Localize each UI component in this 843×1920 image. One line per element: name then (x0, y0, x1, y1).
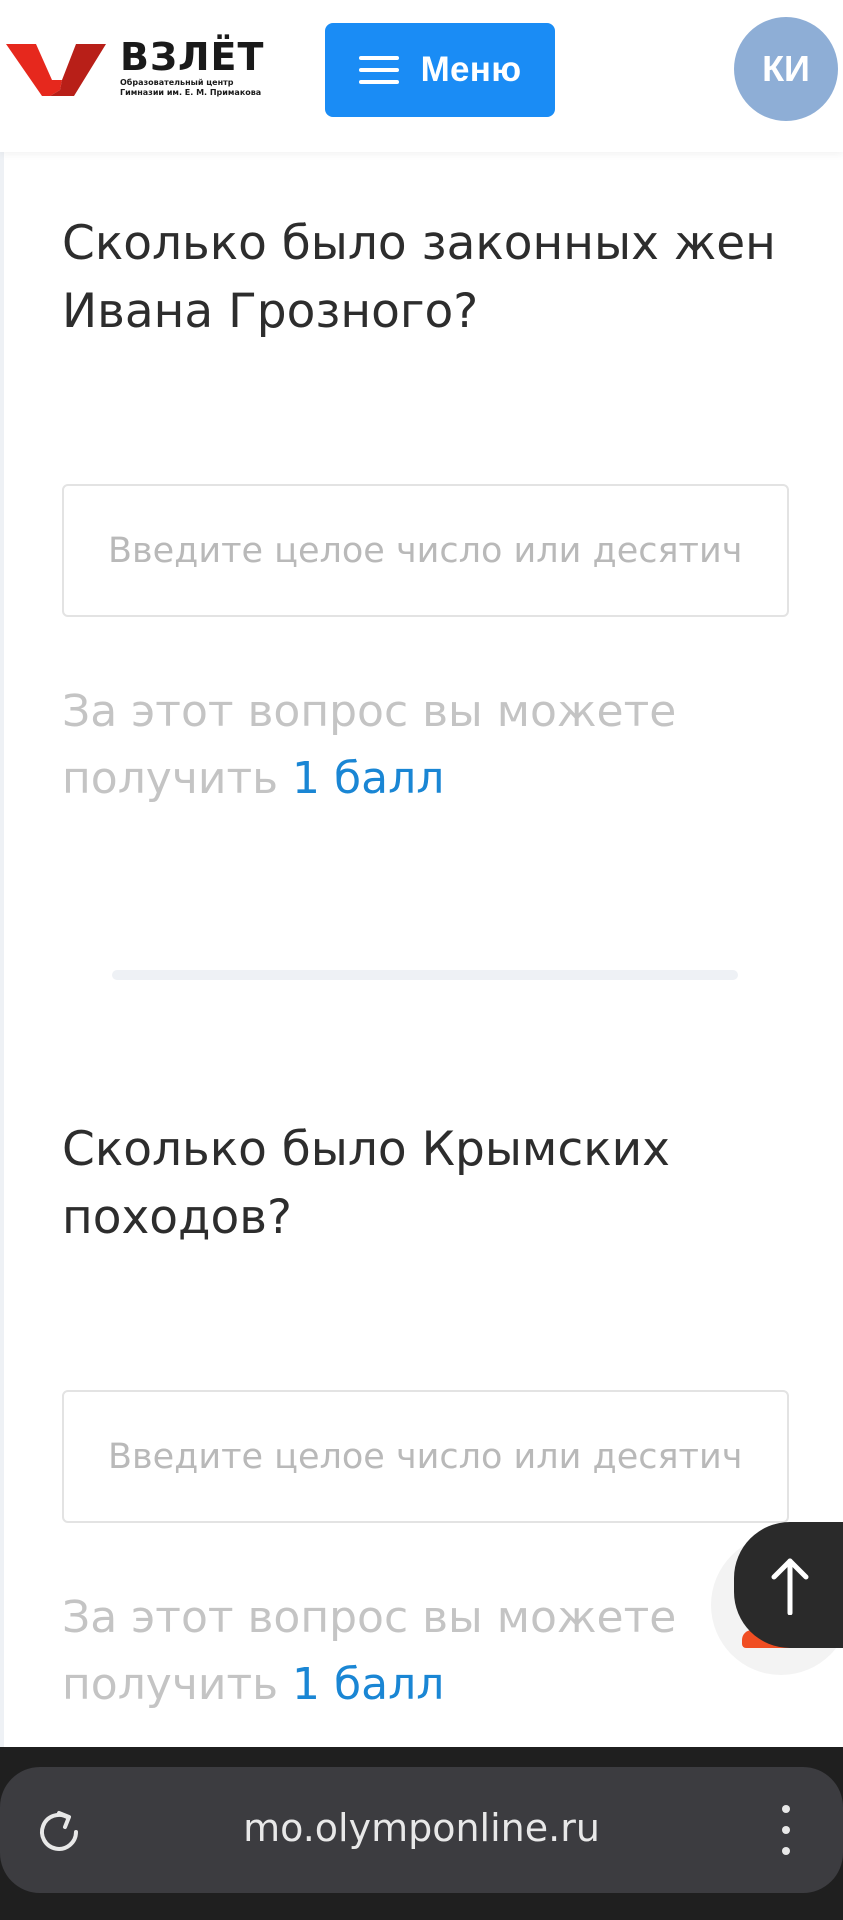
score-points: 1 балл (292, 753, 445, 804)
arrow-up-icon (771, 1558, 809, 1615)
answer-input[interactable] (62, 1390, 789, 1523)
logo-subtitle-line1: Образовательный центр (120, 78, 234, 87)
question-title: Сколько было Крымских походов? (62, 1122, 670, 1245)
reload-icon[interactable] (32, 1805, 86, 1859)
url-text: mo.olymponline.ru (243, 1806, 600, 1850)
address-bar[interactable]: mo.olymponline.ru (0, 1767, 843, 1893)
menu-button-label: Меню (420, 50, 522, 89)
browser-bar: mo.olymponline.ru (0, 1747, 843, 1920)
quiz-content: Сколько было законных жен Ивана Грозного… (0, 152, 843, 1747)
menu-button[interactable]: Меню (325, 23, 555, 117)
scroll-to-top-button[interactable] (734, 1522, 843, 1648)
logo-name: ВЗЛЁТ (120, 35, 265, 79)
question-divider (112, 970, 738, 980)
score-points: 1 балл (292, 1659, 445, 1710)
site-header: ВЗЛЁТ Образовательный центр Гимназии им.… (0, 0, 843, 152)
user-avatar[interactable]: КИ (734, 17, 838, 121)
hamburger-icon (358, 55, 399, 85)
question-title: Сколько было законных жен Ивана Грозного… (62, 216, 776, 339)
logo-mark-icon (6, 44, 106, 96)
answer-input[interactable] (62, 484, 789, 617)
logo-subtitle-line2: Гимназии им. Е. М. Примакова (120, 88, 262, 97)
logo[interactable]: ВЗЛЁТ Образовательный центр Гимназии им.… (6, 36, 266, 106)
more-options-icon[interactable] (766, 1799, 806, 1861)
logo-text: ВЗЛЁТ Образовательный центр Гимназии им.… (120, 36, 264, 98)
score-note: За этот вопрос вы можете получить 1 балл (62, 678, 782, 812)
score-note: За этот вопрос вы можете получить 1 балл (62, 1584, 782, 1718)
